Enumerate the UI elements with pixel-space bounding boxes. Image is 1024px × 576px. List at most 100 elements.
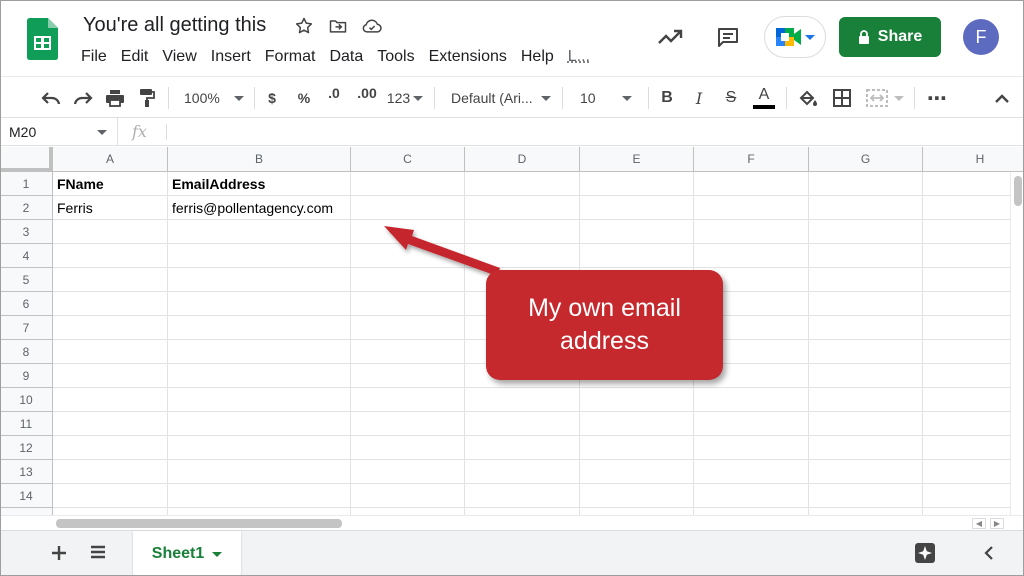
row-header-6[interactable]: 6 bbox=[0, 292, 53, 316]
share-button[interactable]: Share bbox=[839, 17, 941, 57]
menu-tools[interactable]: Tools bbox=[370, 46, 421, 68]
row-header-12[interactable]: 12 bbox=[0, 436, 53, 460]
decrease-decimal-button[interactable]: .0 bbox=[322, 85, 346, 111]
vertical-scrollbar[interactable] bbox=[1010, 172, 1024, 515]
italic-button[interactable]: I bbox=[688, 85, 710, 111]
add-sheet-button[interactable] bbox=[52, 540, 66, 566]
increase-decimal-label: .00 bbox=[357, 85, 376, 101]
title-actions bbox=[292, 14, 384, 38]
formula-input[interactable] bbox=[170, 118, 1020, 145]
star-icon[interactable] bbox=[292, 14, 316, 38]
column-header-d[interactable]: D bbox=[465, 147, 580, 172]
trending-icon bbox=[657, 27, 683, 47]
chevron-down-icon bbox=[541, 96, 551, 101]
move-folder-icon[interactable] bbox=[326, 14, 350, 38]
menu-view[interactable]: View bbox=[155, 46, 203, 68]
print-icon bbox=[105, 89, 125, 107]
row-header-3[interactable]: 3 bbox=[0, 220, 53, 244]
column-header-b[interactable]: B bbox=[168, 147, 351, 172]
menu-data[interactable]: Data bbox=[322, 46, 370, 68]
cloud-status-icon[interactable] bbox=[360, 14, 384, 38]
more-options-button[interactable]: ⋯ bbox=[924, 85, 950, 111]
row-header-2[interactable]: 2 bbox=[0, 196, 53, 220]
row-header-14[interactable]: 14 bbox=[0, 484, 53, 508]
all-sheets-button[interactable] bbox=[90, 545, 106, 564]
row-header-10[interactable]: 10 bbox=[0, 388, 53, 412]
list-icon bbox=[90, 545, 106, 559]
print-button[interactable] bbox=[102, 85, 128, 111]
fill-color-button[interactable] bbox=[796, 85, 820, 111]
cell-a2[interactable]: Ferris bbox=[53, 196, 168, 220]
borders-icon bbox=[833, 89, 851, 107]
menu-file[interactable]: File bbox=[74, 46, 114, 68]
sheet-tab-label: Sheet1 bbox=[152, 545, 204, 563]
explore-button[interactable] bbox=[914, 542, 936, 564]
number-format-select[interactable]: 123 bbox=[386, 85, 424, 111]
row-header-8[interactable]: 8 bbox=[0, 340, 53, 364]
text-color-button[interactable]: A bbox=[752, 85, 776, 111]
toolbar-divider bbox=[786, 87, 787, 109]
column-header-e[interactable]: E bbox=[580, 147, 694, 172]
sheet-tab-sheet1[interactable]: Sheet1 bbox=[133, 531, 241, 576]
text-color-label: A bbox=[759, 87, 770, 103]
row-header-13[interactable]: 13 bbox=[0, 460, 53, 484]
column-header-a[interactable]: A bbox=[53, 147, 168, 172]
activity-dashboard-button[interactable] bbox=[654, 16, 686, 58]
row-header-1[interactable]: 1 bbox=[0, 172, 53, 196]
menu-format[interactable]: Format bbox=[258, 46, 323, 68]
column-header-c[interactable]: C bbox=[351, 147, 465, 172]
row-header-4[interactable]: 4 bbox=[0, 244, 53, 268]
cell-a1[interactable]: FName bbox=[53, 172, 168, 196]
menu-help[interactable]: Help bbox=[514, 46, 561, 68]
comments-button[interactable] bbox=[712, 16, 744, 58]
zoom-select[interactable]: 100% bbox=[180, 85, 246, 111]
currency-format-button[interactable]: $ bbox=[262, 85, 282, 111]
name-box[interactable]: M20 bbox=[0, 118, 118, 146]
strikethrough-button[interactable]: S bbox=[720, 85, 742, 111]
horizontal-scroll-thumb[interactable] bbox=[56, 519, 342, 528]
paint-format-button[interactable] bbox=[134, 85, 160, 111]
lock-icon bbox=[858, 30, 870, 44]
menu-extensions[interactable]: Extensions bbox=[422, 46, 514, 68]
chevron-down-icon[interactable] bbox=[212, 552, 222, 557]
last-edit-link[interactable]: L... bbox=[561, 46, 597, 68]
column-header-h[interactable]: H bbox=[923, 147, 1024, 172]
row-header-9[interactable]: 9 bbox=[0, 364, 53, 388]
document-title[interactable]: You're all getting this bbox=[83, 14, 266, 37]
chevron-down-icon bbox=[413, 96, 423, 101]
vertical-scroll-thumb[interactable] bbox=[1014, 176, 1022, 206]
row-header-15[interactable] bbox=[0, 508, 53, 515]
sheets-logo-icon[interactable] bbox=[27, 18, 58, 60]
scroll-right-icon[interactable]: ▶ bbox=[990, 518, 1004, 529]
toolbar-divider bbox=[434, 87, 435, 109]
meet-button[interactable] bbox=[764, 16, 826, 58]
column-header-g[interactable]: G bbox=[809, 147, 923, 172]
font-size-select[interactable]: 10 bbox=[574, 85, 640, 111]
cell-b1[interactable]: EmailAddress bbox=[168, 172, 351, 196]
horizontal-scrollbar[interactable]: ◀ ▶ bbox=[0, 515, 1024, 530]
column-header-f[interactable]: F bbox=[694, 147, 809, 172]
plus-icon bbox=[52, 546, 66, 560]
avatar[interactable]: F bbox=[963, 19, 999, 55]
increase-decimal-button[interactable]: .00 bbox=[354, 85, 380, 111]
formula-divider bbox=[166, 124, 167, 140]
menu-edit[interactable]: Edit bbox=[114, 46, 156, 68]
select-all-corner[interactable] bbox=[0, 147, 53, 172]
row-header-7[interactable]: 7 bbox=[0, 316, 53, 340]
toolbar-divider bbox=[254, 87, 255, 109]
percent-format-button[interactable]: % bbox=[294, 85, 314, 111]
hide-menus-button[interactable] bbox=[990, 85, 1014, 111]
menu-insert[interactable]: Insert bbox=[204, 46, 258, 68]
collapse-side-panel-button[interactable] bbox=[984, 544, 994, 565]
font-family-select[interactable]: Default (Ari... bbox=[446, 85, 554, 111]
row-header-5[interactable]: 5 bbox=[0, 268, 53, 292]
scroll-left-icon[interactable]: ◀ bbox=[972, 518, 986, 529]
borders-button[interactable] bbox=[830, 85, 854, 111]
undo-button[interactable] bbox=[38, 85, 64, 111]
bold-button[interactable]: B bbox=[656, 85, 678, 111]
cell-b2[interactable]: ferris@pollentagency.com bbox=[168, 196, 351, 220]
redo-button[interactable] bbox=[70, 85, 96, 111]
number-format-label: 123 bbox=[387, 90, 410, 106]
merge-cells-button[interactable] bbox=[862, 85, 908, 111]
row-header-11[interactable]: 11 bbox=[0, 412, 53, 436]
